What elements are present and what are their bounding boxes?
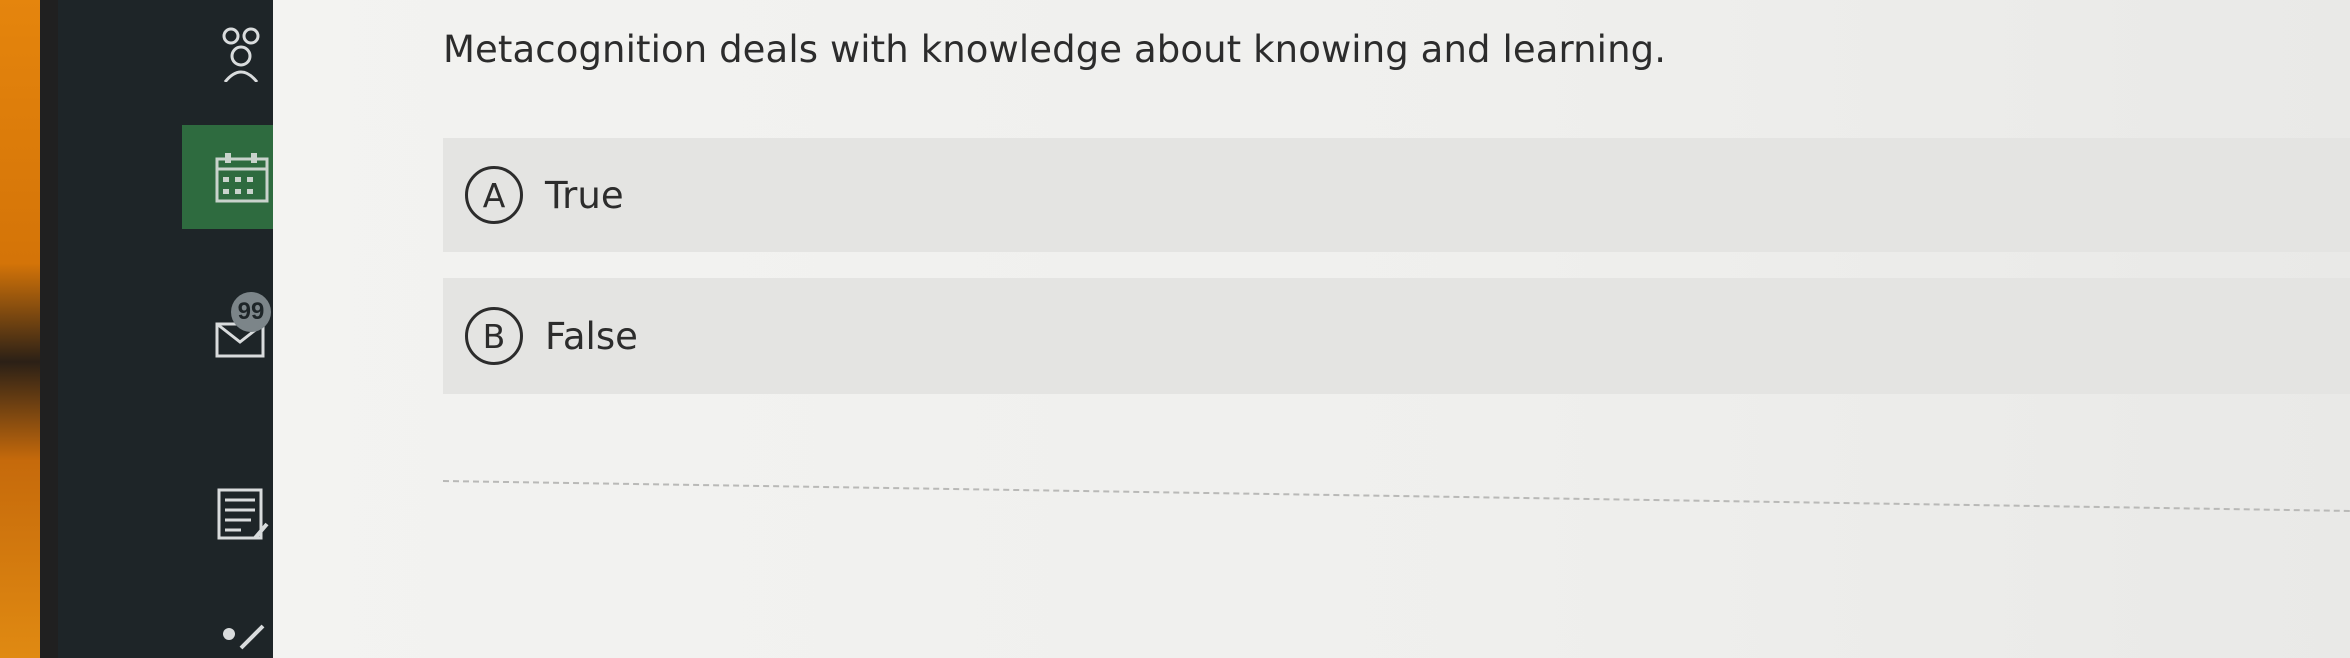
- sidebar-item-notes[interactable]: [58, 462, 273, 566]
- screen: 99 Metacognition deals with knowledge ab…: [0, 0, 2350, 658]
- mail-count-badge: 99: [231, 292, 271, 332]
- option-label: False: [545, 314, 638, 358]
- answer-option-b[interactable]: B False: [443, 278, 2350, 394]
- settings-icon: [223, 624, 265, 650]
- option-letter-badge: B: [465, 307, 523, 365]
- section-divider: [442, 480, 2350, 512]
- sidebar-item-settings[interactable]: [58, 598, 273, 658]
- notes-icon: [217, 488, 269, 540]
- question-panel: Metacognition deals with knowledge about…: [273, 0, 2350, 658]
- people-icon: [222, 27, 260, 82]
- window-bezel: [40, 0, 60, 658]
- sidebar: 99: [58, 0, 273, 658]
- option-letter-badge: A: [465, 166, 523, 224]
- answer-option-a[interactable]: A True: [443, 138, 2350, 252]
- sidebar-item-calendar[interactable]: [182, 125, 273, 229]
- question-text: Metacognition deals with knowledge about…: [443, 28, 1667, 71]
- calendar-icon: [215, 153, 269, 203]
- sidebar-item-people[interactable]: [58, 0, 273, 104]
- option-label: True: [545, 173, 624, 217]
